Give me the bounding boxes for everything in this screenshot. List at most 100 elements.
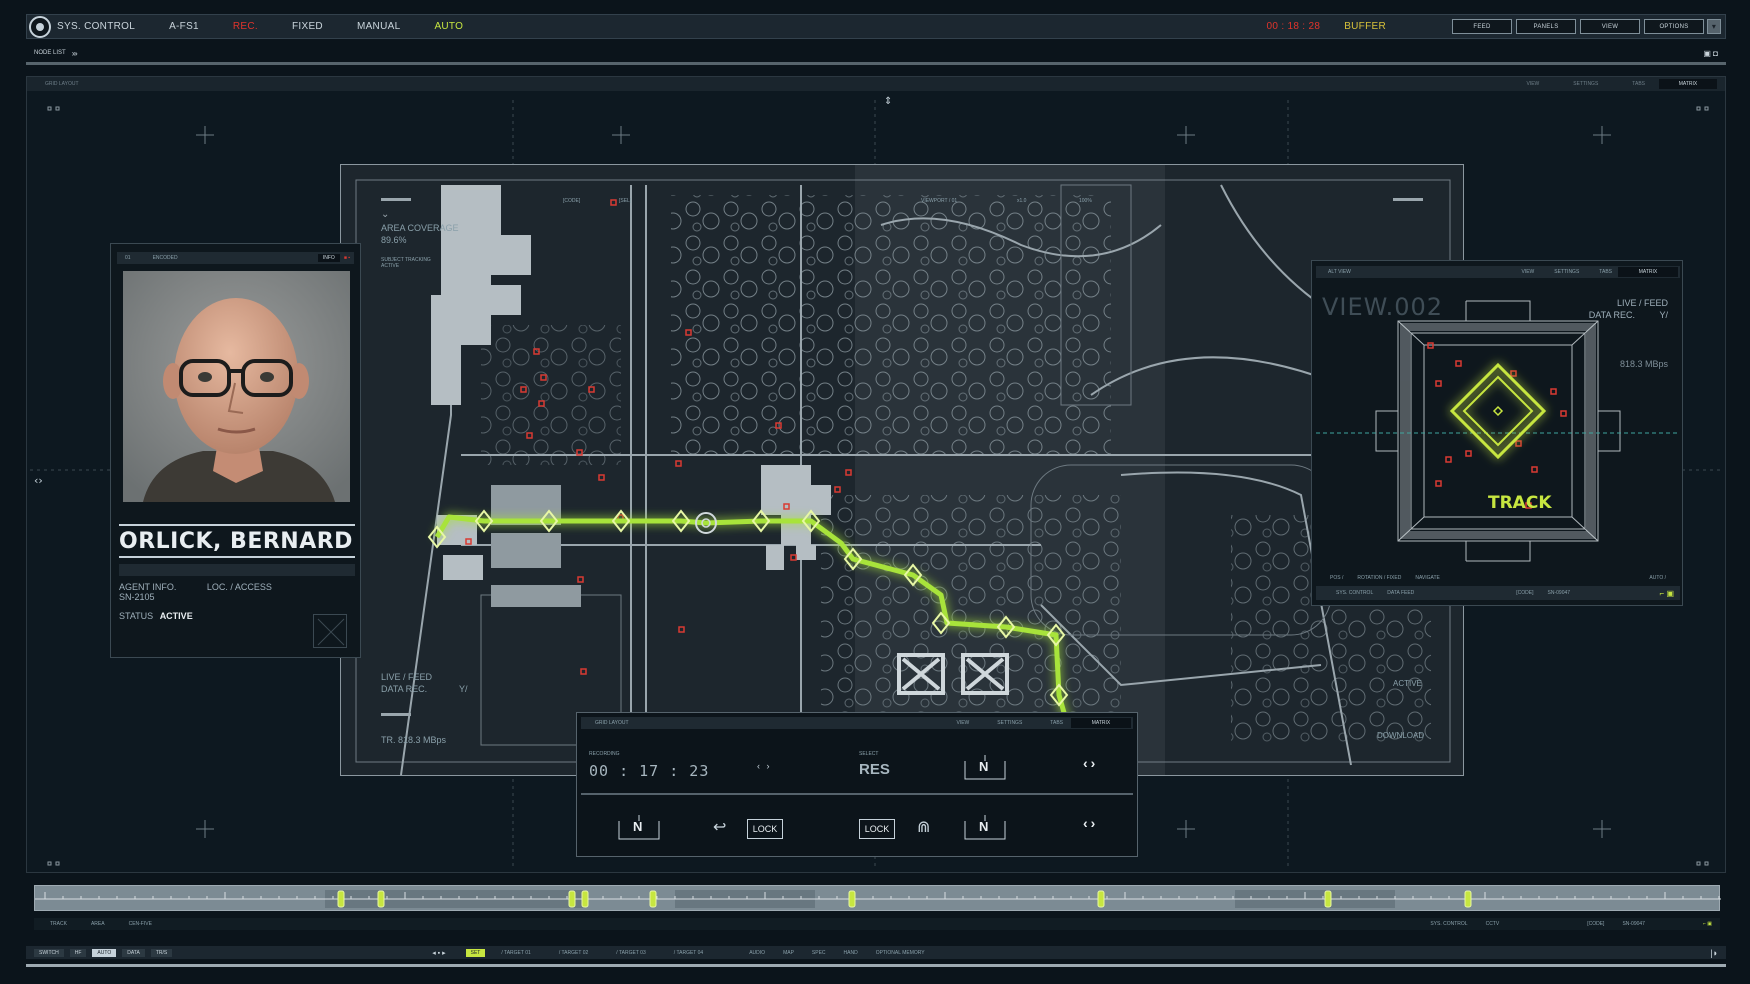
map-active-label: ACTIVE (1393, 679, 1422, 688)
mode-hand[interactable]: HAND (844, 950, 858, 956)
mode-optional-memory[interactable]: OPTIONAL MEMORY (876, 950, 925, 956)
timeline-area-label: AREA (90, 921, 105, 927)
timeline-track-label: TRACK (50, 921, 67, 927)
mode-map[interactable]: MAP (783, 950, 794, 956)
view-footer-toggle-icon[interactable]: ⌐ ▣ (1660, 589, 1674, 598)
agent-subbar (119, 564, 355, 576)
timeline-toggle-icon[interactable]: ⌐ ▣ (1703, 921, 1712, 927)
n-dial-2-label: N (633, 819, 643, 834)
agent-info-tab[interactable]: INFO (317, 254, 340, 262)
trs-button[interactable]: TR/S (150, 948, 173, 957)
map-yslash-label: Y/ (459, 684, 468, 694)
view-feed-info: LIVE / FEED DATA REC. Y/ (1589, 297, 1668, 321)
svg-text:⇕: ⇕ (884, 96, 892, 107)
expand-panel-icon[interactable]: |◗ (1710, 948, 1718, 958)
n-dial-3-label: N (979, 819, 989, 834)
view-footer-sn: SN-09047 (1547, 590, 1571, 596)
control-divider (581, 793, 1133, 795)
ctrl-tab-tabs[interactable]: TABS (1050, 720, 1063, 726)
hf-button[interactable]: HF (69, 948, 87, 957)
view-data-rec: DATA REC. (1588, 310, 1635, 320)
mode-spec[interactable]: SPEC (812, 950, 826, 956)
view-footer-data: DATA FEED (1387, 590, 1415, 596)
mode-audio[interactable]: AUDIO (749, 950, 765, 956)
lock-button-2[interactable]: LOCK (859, 819, 895, 839)
alt-view-panel: ALT VIEW VIEW SETTINGS TABS MATRIX VIEW.… (1311, 260, 1683, 606)
view-pos-label: POS / (1330, 575, 1344, 581)
timeline-cctv-label: CCTV (1485, 921, 1500, 927)
agent-name: ORLICK, BERNARD (119, 524, 355, 554)
agent-header-label: ENCODED (152, 255, 178, 261)
view-footer: SYS. CONTROL DATA FEED [CODE] SN-09047 ⌐… (1316, 586, 1680, 600)
download-button[interactable]: DOWNLOAD (1377, 731, 1424, 740)
svg-text:⌄: ⌄ (381, 209, 389, 220)
view-auto-label: AUTO / (1649, 575, 1666, 581)
data-button[interactable]: DATA (122, 948, 145, 957)
view-small-footer: POS / ROTATION / FIXED NAVIGATE AUTO / (1330, 575, 1666, 581)
status-badge: ACTIVE (159, 611, 193, 621)
ctrl-tab-settings[interactable]: SETTINGS (997, 720, 1022, 726)
switch-button[interactable]: SWITCH (34, 948, 64, 957)
building-3d-view (1316, 300, 1680, 562)
target-01[interactable]: / TARGET 01 (501, 950, 530, 956)
data-rec-label: DATA REC. (381, 684, 428, 694)
agent-x-icon[interactable] (313, 614, 347, 648)
auto-button[interactable]: AUTO (92, 948, 117, 957)
magnet-icon[interactable]: ⋒ (917, 817, 930, 837)
agent-info-label: AGENT INFO. (119, 582, 177, 592)
lock-arrows-icon[interactable]: ‹› (1083, 815, 1098, 831)
alt-view-header: ALT VIEW VIEW SETTINGS TABS MATRIX (1316, 266, 1680, 278)
agent-portrait-image (123, 271, 350, 502)
bottom-rule (26, 964, 1726, 967)
timeline-code-label: [CODE] (1587, 921, 1605, 927)
live-feed-label: LIVE / FEED (381, 672, 433, 682)
map-sel-label: [SEL] (619, 198, 632, 204)
alt-tab-matrix[interactable]: MATRIX (1618, 267, 1678, 277)
lock-button-1[interactable]: LOCK (747, 819, 783, 839)
view-rotation-label: ROTATION / FIXED (1357, 575, 1402, 581)
map-code-label: [CODE] (563, 198, 581, 204)
alt-tab-view[interactable]: VIEW (1522, 269, 1535, 275)
area-coverage-label: AREA COVERAGE (381, 223, 459, 233)
view-title: VIEW.002 (1322, 293, 1444, 321)
target-02[interactable]: / TARGET 02 (559, 950, 588, 956)
site-map[interactable]: ⌄ AREA COVERAGE 89.6% SUBJECT TRACKING A… (340, 164, 1464, 776)
view-footer-code: [CODE] (1516, 590, 1534, 596)
control-grid-label: GRID LAYOUT (595, 720, 629, 726)
hook-icon[interactable]: ↩ (713, 817, 726, 837)
svg-text:‹›: ‹› (34, 474, 43, 487)
timeline-labels: TRACK AREA CEN-FIVE SYS. CONTROL CCTV [C… (34, 918, 1720, 930)
resolution-label: RES (859, 761, 890, 778)
res-arrows-icon[interactable]: ‹› (1083, 755, 1098, 771)
alt-tab-tabs[interactable]: TABS (1599, 269, 1612, 275)
select-label: SELECT (859, 751, 879, 757)
view-bitrate: 818.3 MBps (1619, 359, 1668, 369)
ctrl-tab-matrix[interactable]: MATRIX (1071, 718, 1131, 728)
subject-tracking-label: SUBJECT TRACKING ACTIVE (381, 257, 431, 269)
control-header: GRID LAYOUT VIEW SETTINGS TABS MATRIX (581, 717, 1133, 729)
recording-label: RECORDING (589, 751, 620, 757)
bottom-toolbar: SWITCH HF AUTO DATA TR/S ◂ ▪ ▸ SET / TAR… (26, 946, 1726, 959)
timeline-cen-label: CEN-FIVE (128, 921, 152, 927)
rec-nav-arrows-icon[interactable]: ‹ › (757, 761, 772, 771)
agent-id: SN-2105 (119, 592, 155, 602)
timeline-sn-label: SN-09047 (1622, 921, 1645, 927)
playback-controls-icon[interactable]: ◂ ▪ ▸ (432, 949, 445, 957)
view-navigate-label: NAVIGATE (1415, 575, 1440, 581)
target-03[interactable]: / TARGET 03 (616, 950, 645, 956)
recording-time: 00 : 17 : 23 (589, 762, 710, 780)
timeline-track (35, 890, 1721, 908)
target-04[interactable]: / TARGET 04 (674, 950, 703, 956)
agent-card-header: 01 ENCODED INFO ■ ▪ (117, 252, 354, 264)
name-underline (119, 556, 355, 558)
set-button[interactable]: SET (465, 948, 486, 957)
alt-view-label: ALT VIEW (1328, 269, 1351, 275)
timeline-scrubber[interactable] (34, 885, 1721, 911)
agent-close-icon[interactable]: ■ ▪ (344, 255, 350, 261)
view-live-feed: LIVE / FEED (1616, 298, 1668, 308)
ctrl-tab-view[interactable]: VIEW (957, 720, 970, 726)
alt-tab-settings[interactable]: SETTINGS (1554, 269, 1579, 275)
agent-header-id: 01 (125, 255, 131, 261)
n-dial-1-label: N (979, 759, 989, 774)
agent-card: 01 ENCODED INFO ■ ▪ ORLICK, BERNARD AGEN… (110, 243, 361, 658)
